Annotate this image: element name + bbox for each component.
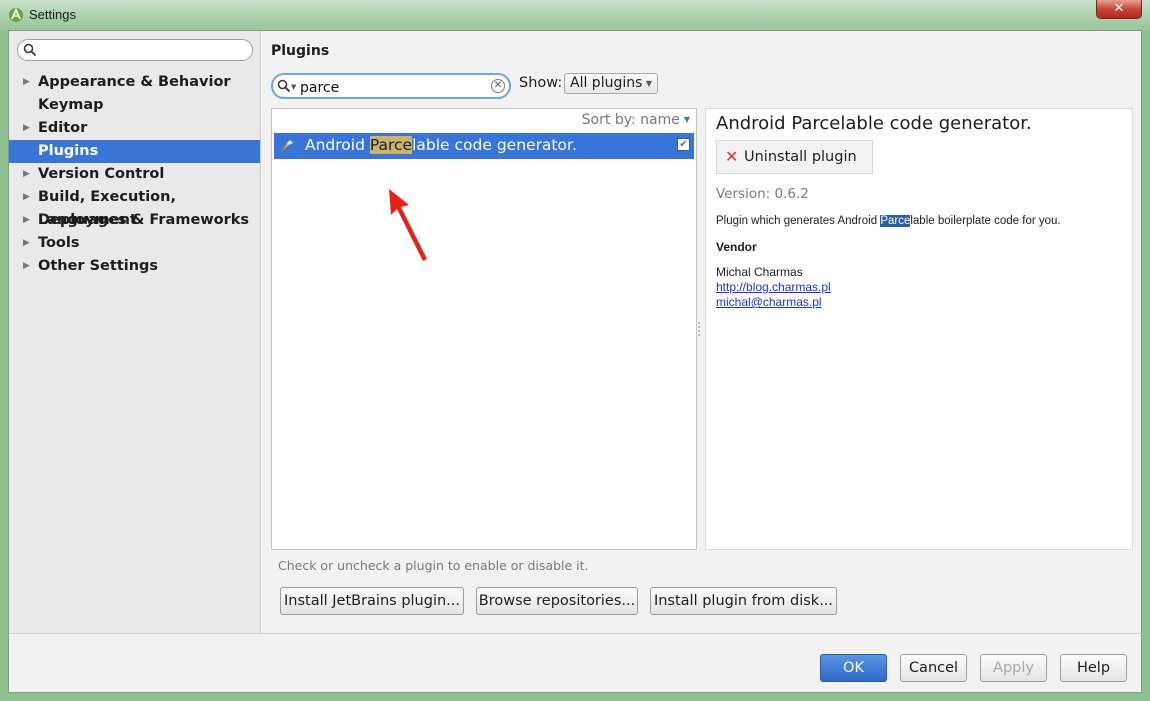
show-filter-value: All plugins <box>570 75 643 91</box>
sidebar-item-languages-frameworks[interactable]: ▶ Languages & Frameworks <box>9 209 260 232</box>
expand-arrow-icon[interactable]: ▶ <box>23 117 33 140</box>
page-title: Plugins <box>271 43 330 59</box>
sort-label: Sort by: name <box>581 112 680 128</box>
vendor-heading: Vendor <box>716 240 757 254</box>
plugin-list: Sort by: name ▼ Android Parcelable code g… <box>271 108 697 550</box>
browse-repositories-button[interactable]: Browse repositories... <box>476 587 638 615</box>
sort-control[interactable]: Sort by: name ▼ <box>272 109 696 131</box>
annotation-arrow-icon <box>389 189 427 261</box>
help-button[interactable]: Help <box>1060 654 1127 682</box>
plugin-description: Plugin which generates Android Parcelabl… <box>716 215 1061 227</box>
sidebar-item-keymap[interactable]: Keymap <box>9 94 260 117</box>
cancel-button[interactable]: Cancel <box>900 654 967 682</box>
settings-dialog: ▶ Appearance & Behavior Keymap ▶ Editor … <box>8 30 1142 693</box>
uninstall-plugin-button[interactable]: ✕ Uninstall plugin <box>716 140 873 174</box>
expand-arrow-icon[interactable]: ▶ <box>23 232 33 255</box>
window-titlebar: Settings ✕ <box>0 0 1150 30</box>
search-history-dropdown-icon[interactable]: ▼ <box>291 83 296 91</box>
plugin-name: Android Parcelable code generator. <box>305 136 577 154</box>
search-match-highlight: Parce <box>880 215 911 227</box>
apply-button[interactable]: Apply <box>980 654 1047 682</box>
plugin-enabled-checkbox[interactable]: ✔ <box>677 138 690 151</box>
sidebar-item-label: Version Control <box>38 166 165 182</box>
plugin-details-panel: Android Parcelable code generator. ✕ Uni… <box>705 108 1133 550</box>
plugin-list-item[interactable]: Android Parcelable code generator. ✔ <box>274 133 694 159</box>
vendor-name: Michal Charmas <box>716 265 803 279</box>
sidebar-item-version-control[interactable]: ▶ Version Control <box>9 163 260 186</box>
window-title: Settings <box>29 7 76 22</box>
settings-nav: ▶ Appearance & Behavior Keymap ▶ Editor … <box>9 71 260 278</box>
window-close-button[interactable]: ✕ <box>1096 0 1142 19</box>
clear-search-icon[interactable]: ✕ <box>491 79 505 93</box>
ok-button[interactable]: OK <box>820 654 887 682</box>
sidebar-item-other-settings[interactable]: ▶ Other Settings <box>9 255 260 278</box>
sidebar-item-label: Keymap <box>38 97 104 113</box>
sidebar-item-label: Editor <box>38 120 88 136</box>
sidebar-item-tools[interactable]: ▶ Tools <box>9 232 260 255</box>
sidebar-item-editor[interactable]: ▶ Editor <box>9 117 260 140</box>
sidebar-search-input[interactable] <box>40 42 249 60</box>
plugin-hint-text: Check or uncheck a plugin to enable or d… <box>278 558 589 573</box>
plugin-icon <box>282 140 293 151</box>
expand-arrow-icon[interactable]: ▶ <box>23 71 33 94</box>
sidebar-item-label: Languages & Frameworks <box>38 212 250 228</box>
sort-dropdown-icon: ▼ <box>683 115 690 124</box>
vendor-email-link[interactable]: michal@charmas.pl <box>716 295 822 309</box>
plugin-version: Version: 0.6.2 <box>716 186 809 202</box>
android-studio-icon <box>9 7 23 22</box>
sidebar-item-label: Appearance & Behavior <box>38 74 231 90</box>
expand-arrow-icon[interactable]: ▶ <box>23 163 33 186</box>
sidebar-item-label: Plugins <box>38 143 99 159</box>
expand-arrow-icon[interactable]: ▶ <box>23 186 33 209</box>
install-from-disk-button[interactable]: Install plugin from disk... <box>650 587 837 615</box>
uninstall-label: Uninstall plugin <box>744 149 857 165</box>
expand-arrow-icon[interactable]: ▶ <box>23 209 33 232</box>
sidebar-item-build-execution-deployment[interactable]: ▶ Build, Execution, Deployment <box>9 186 260 228</box>
show-filter-dropdown[interactable]: All plugins ▼ <box>564 73 658 94</box>
search-match-highlight: Parce <box>369 136 413 154</box>
sidebar-item-label: Other Settings <box>38 258 159 274</box>
sidebar-item-plugins[interactable]: Plugins <box>9 140 260 163</box>
chevron-down-icon: ▼ <box>645 79 652 88</box>
search-icon <box>277 79 291 93</box>
show-filter-label: Show: <box>519 75 563 91</box>
vendor-url-link[interactable]: http://blog.charmas.pl <box>716 280 831 294</box>
plugin-search-input[interactable] <box>298 78 492 97</box>
plugin-details-title: Android Parcelable code generator. <box>716 113 1032 134</box>
settings-sidebar: ▶ Appearance & Behavior Keymap ▶ Editor … <box>9 31 261 633</box>
sidebar-item-label: Tools <box>38 235 80 251</box>
install-jetbrains-plugin-button[interactable]: Install JetBrains plugin... <box>280 587 464 615</box>
footer-divider <box>9 633 1141 634</box>
plugin-search[interactable]: ▼ ✕ <box>271 73 511 99</box>
sidebar-item-appearance-behavior[interactable]: ▶ Appearance & Behavior <box>9 71 260 94</box>
panel-splitter[interactable] <box>697 321 701 337</box>
sidebar-search[interactable] <box>17 39 253 61</box>
search-icon <box>23 43 37 57</box>
expand-arrow-icon[interactable]: ▶ <box>23 255 33 278</box>
uninstall-icon: ✕ <box>725 147 739 166</box>
